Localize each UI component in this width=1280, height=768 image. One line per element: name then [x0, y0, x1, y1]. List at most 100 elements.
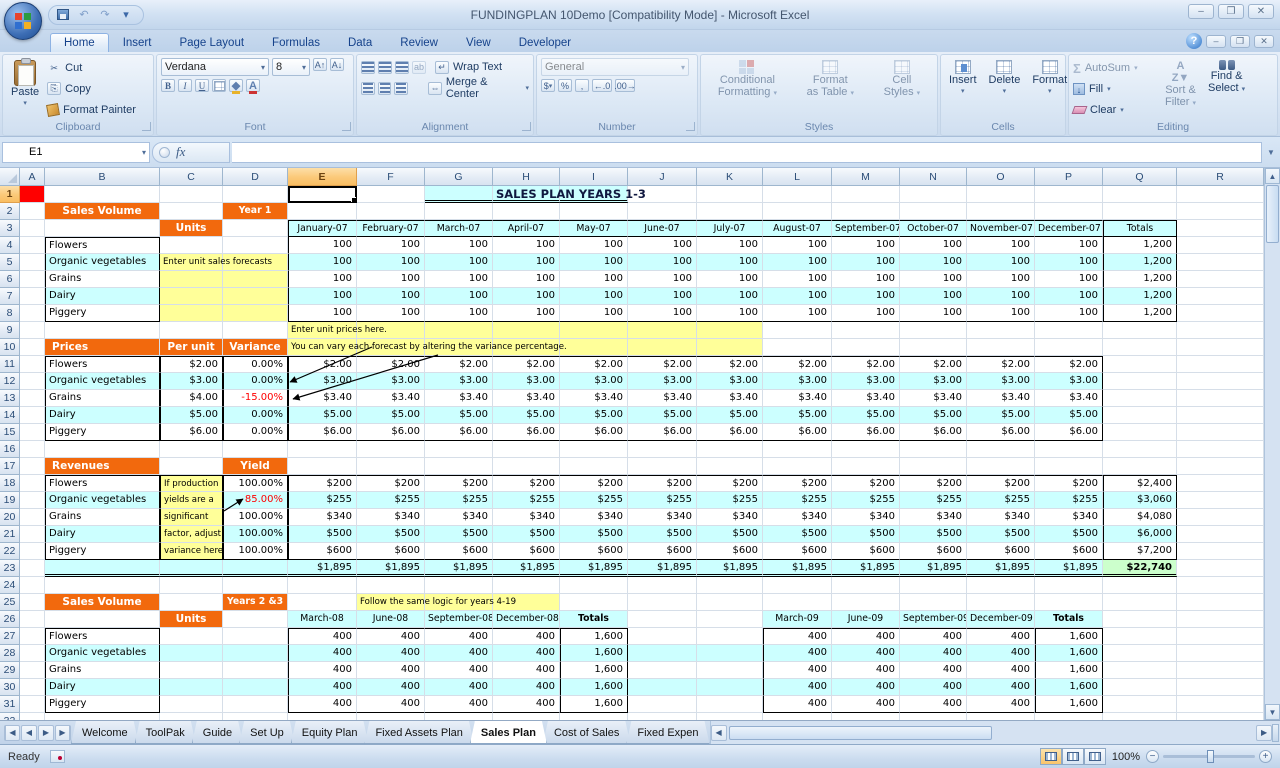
cell-Q9[interactable] [1103, 322, 1177, 339]
cell-B12[interactable]: Organic vegetables [45, 373, 160, 390]
cell-F23[interactable]: $1,895 [357, 560, 425, 577]
cell-C6[interactable] [160, 271, 223, 288]
scroll-right-icon[interactable]: ▶ [1256, 725, 1272, 741]
cell-M9[interactable] [832, 322, 900, 339]
align-right-button[interactable] [394, 82, 408, 95]
tab-split-handle[interactable] [1272, 724, 1279, 742]
cell-M23[interactable]: $1,895 [832, 560, 900, 577]
cell-E30[interactable]: 400 [288, 679, 357, 696]
cell-I32[interactable] [560, 713, 628, 720]
cell-G31[interactable]: 400 [425, 696, 493, 713]
cell-A21[interactable] [20, 526, 45, 543]
cell-B13[interactable]: Grains [45, 390, 160, 407]
cell-E27[interactable]: 400 [288, 628, 357, 645]
cell-E28[interactable]: 400 [288, 645, 357, 662]
cell-A9[interactable] [20, 322, 45, 339]
cell-Q17[interactable] [1103, 458, 1177, 475]
cell-C15[interactable]: $6.00 [160, 424, 223, 441]
sort-filter-button[interactable]: AZ▼ Sort &Filter ▾ [1161, 58, 1200, 120]
cell-O11[interactable]: $2.00 [967, 356, 1035, 373]
cell-F1[interactable] [357, 186, 425, 203]
cell-L12[interactable]: $3.00 [763, 373, 832, 390]
insert-function-button[interactable]: fx [152, 142, 230, 163]
row-header-21[interactable]: 21 [0, 526, 20, 543]
cell-E5[interactable]: 100 [288, 254, 357, 271]
cell-L7[interactable]: 100 [763, 288, 832, 305]
cell-N25[interactable] [900, 594, 967, 611]
orientation-button[interactable]: ab [412, 61, 426, 74]
cell-F27[interactable]: 400 [357, 628, 425, 645]
cell-N24[interactable] [900, 577, 967, 594]
cell-N16[interactable] [900, 441, 967, 458]
cell-J18[interactable]: $200 [628, 475, 697, 492]
cell-F18[interactable]: $200 [357, 475, 425, 492]
cell-E14[interactable]: $5.00 [288, 407, 357, 424]
cell-M12[interactable]: $3.00 [832, 373, 900, 390]
cell-E4[interactable]: 100 [288, 237, 357, 254]
cell-J16[interactable] [628, 441, 697, 458]
cell-M31[interactable]: 400 [832, 696, 900, 713]
horizontal-scroll-thumb[interactable] [729, 726, 993, 740]
cell-R23[interactable] [1177, 560, 1264, 577]
workbook-restore-button[interactable]: ❐ [1230, 35, 1250, 48]
help-icon[interactable]: ? [1186, 33, 1202, 49]
scroll-left-icon[interactable]: ◀ [711, 725, 727, 741]
cell-R27[interactable] [1177, 628, 1264, 645]
cell-D8[interactable] [223, 305, 288, 322]
cell-J9[interactable] [628, 322, 697, 339]
cell-A5[interactable] [20, 254, 45, 271]
cell-I6[interactable]: 100 [560, 271, 628, 288]
zoom-slider-handle[interactable] [1207, 750, 1214, 763]
cell-M19[interactable]: $255 [832, 492, 900, 509]
cell-Q18[interactable]: $2,400 [1103, 475, 1177, 492]
cell-Q26[interactable] [1103, 611, 1177, 628]
cell-L4[interactable]: 100 [763, 237, 832, 254]
cell-J30[interactable] [628, 679, 697, 696]
middle-align-button[interactable] [378, 61, 392, 74]
cell-I14[interactable]: $5.00 [560, 407, 628, 424]
cell-C12[interactable]: $3.00 [160, 373, 223, 390]
tab-formulas[interactable]: Formulas [258, 33, 334, 52]
cell-R12[interactable] [1177, 373, 1264, 390]
cell-R6[interactable] [1177, 271, 1264, 288]
cell-J23[interactable]: $1,895 [628, 560, 697, 577]
cell-P26[interactable]: Totals [1035, 611, 1103, 628]
cell-A10[interactable] [20, 339, 45, 356]
sheet-tab-fixed-expenses[interactable]: Fixed Expen [626, 721, 709, 744]
cell-P9[interactable] [1035, 322, 1103, 339]
cell-C31[interactable] [160, 696, 223, 713]
cell-O13[interactable]: $3.40 [967, 390, 1035, 407]
cell-I9[interactable] [560, 322, 628, 339]
cell-Q13[interactable] [1103, 390, 1177, 407]
cell-H7[interactable]: 100 [493, 288, 560, 305]
cell-B1[interactable] [45, 186, 160, 203]
name-box[interactable]: E1▾ [2, 142, 150, 163]
cell-G22[interactable]: $600 [425, 543, 493, 560]
cell-R14[interactable] [1177, 407, 1264, 424]
grow-font-button[interactable]: A↑ [313, 58, 327, 71]
cell-E15[interactable]: $6.00 [288, 424, 357, 441]
cell-G4[interactable]: 100 [425, 237, 493, 254]
cell-M1[interactable] [832, 186, 900, 203]
cell-J25[interactable] [628, 594, 697, 611]
cell-D10[interactable]: Variance [223, 339, 288, 356]
cell-M22[interactable]: $600 [832, 543, 900, 560]
cell-D23[interactable] [223, 560, 288, 577]
cell-C5[interactable]: Enter unit sales forecasts [160, 254, 223, 271]
cell-O21[interactable]: $500 [967, 526, 1035, 543]
cell-G26[interactable]: September-08 [425, 611, 493, 628]
cell-D31[interactable] [223, 696, 288, 713]
cell-K13[interactable]: $3.40 [697, 390, 763, 407]
cell-J5[interactable]: 100 [628, 254, 697, 271]
row-header-19[interactable]: 19 [0, 492, 20, 509]
cell-H22[interactable]: $600 [493, 543, 560, 560]
cell-P2[interactable] [1035, 203, 1103, 220]
cell-P11[interactable]: $2.00 [1035, 356, 1103, 373]
cell-B29[interactable]: Grains [45, 662, 160, 679]
tab-home[interactable]: Home [50, 33, 109, 52]
cell-B25[interactable]: Sales Volume [45, 594, 160, 611]
tab-review[interactable]: Review [386, 33, 452, 52]
cell-I17[interactable] [560, 458, 628, 475]
row-header-30[interactable]: 30 [0, 679, 20, 696]
cell-P19[interactable]: $255 [1035, 492, 1103, 509]
